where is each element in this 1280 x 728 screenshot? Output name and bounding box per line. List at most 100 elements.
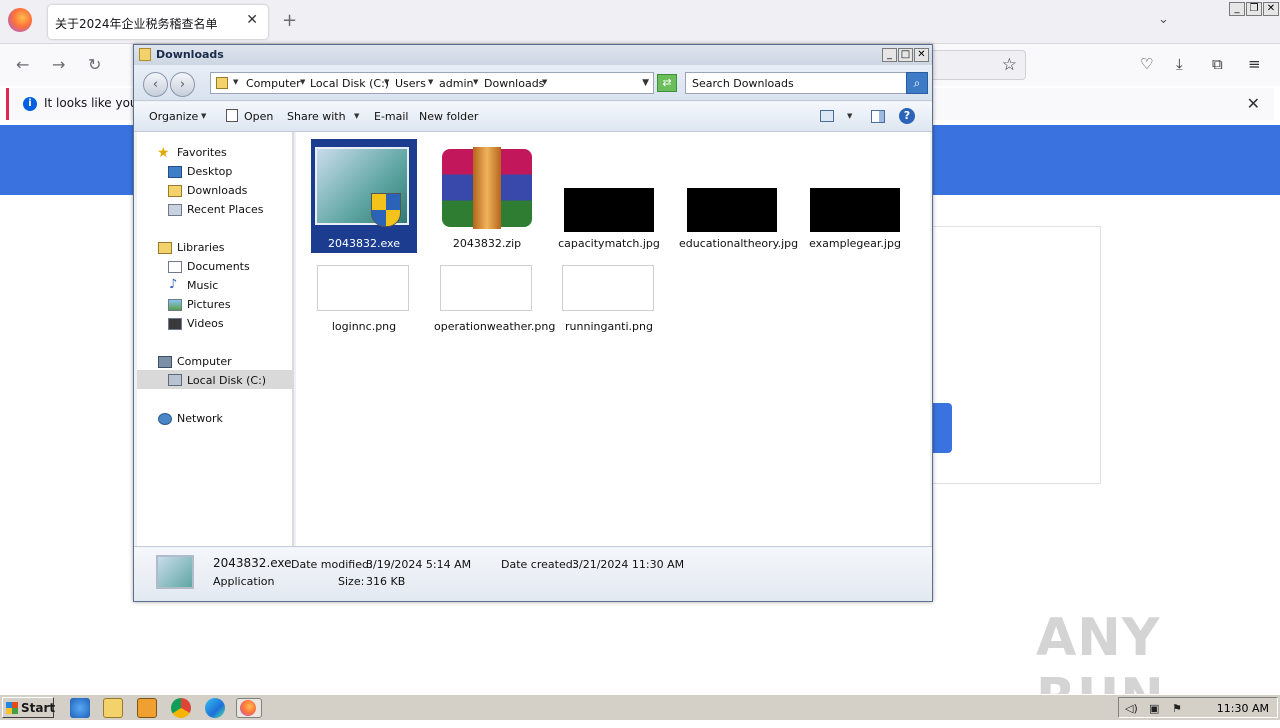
list-all-tabs-icon[interactable]: ⌄ [1158, 12, 1169, 27]
archive-strap-icon [473, 147, 501, 229]
documents-icon [168, 261, 182, 273]
folder-icon [139, 48, 151, 61]
chevron-down-icon[interactable]: ▼ [847, 112, 852, 120]
change-view-icon[interactable] [820, 110, 834, 122]
page-action-button[interactable] [930, 403, 952, 453]
file-name: 2043832.zip [452, 237, 522, 250]
nav-local-disk[interactable]: Local Disk (C:) [187, 374, 266, 387]
downloads-icon[interactable]: ⤓ [1176, 55, 1183, 73]
extensions-icon[interactable]: ⧉ [1212, 55, 1223, 73]
new-tab-button[interactable]: + [282, 10, 297, 31]
window-minimize-button[interactable]: _ [882, 48, 897, 62]
minimize-icon[interactable]: _ [1229, 2, 1245, 16]
chevron-down-icon[interactable]: ▼ [428, 78, 433, 86]
tab-close-icon[interactable]: ✕ [246, 12, 258, 28]
volume-icon[interactable]: ◁) [1125, 702, 1138, 715]
media-player-icon[interactable] [137, 698, 157, 718]
nav-music[interactable]: Music [187, 279, 218, 292]
action-center-flag-icon[interactable]: ⚑ [1172, 702, 1182, 715]
preview-pane-icon[interactable] [871, 110, 885, 123]
selected-file-icon [156, 555, 194, 589]
details-size-label: Size: [338, 575, 365, 588]
chevron-down-icon[interactable]: ▼ [233, 78, 238, 86]
breadcrumb-local-disk[interactable]: Local Disk (C:) [310, 77, 389, 90]
file-item-png[interactable]: operationweather.png [434, 264, 555, 354]
chevron-down-icon[interactable]: ▼ [300, 78, 305, 86]
restore-icon[interactable]: ❐ [1246, 2, 1262, 16]
location-icon [216, 77, 228, 89]
chevron-down-icon[interactable]: ▼ [354, 112, 359, 120]
pocket-icon[interactable]: ♡ [1140, 55, 1153, 73]
search-icon[interactable]: ⌕ [906, 72, 928, 94]
chevron-down-icon[interactable]: ▼ [384, 78, 389, 86]
email-button[interactable]: E-mail [374, 110, 409, 123]
file-item-jpg[interactable]: examplegear.jpg [802, 139, 908, 253]
window-close-button[interactable]: ✕ [914, 48, 929, 62]
search-input[interactable]: Search Downloads [685, 72, 907, 94]
nav-pictures[interactable]: Pictures [187, 298, 231, 311]
share-with-button[interactable]: Share with [287, 110, 346, 123]
system-tray: ◁) ▣ ⚑ 11:30 AM [1118, 697, 1278, 718]
nav-libraries[interactable]: Libraries [177, 241, 225, 254]
reload-icon[interactable]: ↻ [88, 55, 101, 74]
clock[interactable]: 11:30 AM [1217, 702, 1269, 715]
back-icon[interactable]: ← [16, 55, 29, 74]
breadcrumb-admin[interactable]: admin [439, 77, 473, 90]
breadcrumb-users[interactable]: Users [395, 77, 426, 90]
forward-icon[interactable]: → [52, 55, 65, 74]
internet-explorer-icon[interactable] [70, 698, 90, 718]
computer-icon [158, 356, 172, 368]
help-icon[interactable]: ? [899, 108, 915, 124]
back-button[interactable]: ‹ [143, 72, 168, 97]
notification-close-icon[interactable]: ✕ [1247, 94, 1260, 113]
nav-recent-places[interactable]: Recent Places [187, 203, 264, 216]
file-item-exe[interactable]: 2043832.exe [311, 139, 417, 253]
image-thumbnail [440, 265, 532, 311]
url-bar[interactable]: ☆ [930, 50, 1026, 80]
menu-icon[interactable]: ≡ [1248, 55, 1261, 73]
chrome-icon[interactable] [171, 698, 191, 718]
firefox-icon [240, 700, 256, 716]
open-button[interactable]: Open [244, 110, 273, 123]
nav-downloads[interactable]: Downloads [187, 184, 247, 197]
browser-tab[interactable]: 关于2024年企业税务稽查名单 ✕ [48, 5, 268, 39]
file-item-png[interactable]: loginnc.png [311, 264, 417, 354]
edge-icon[interactable] [205, 698, 225, 718]
breadcrumb[interactable]: ▼ Computer ▼ Local Disk (C:) ▼ Users ▼ a… [210, 72, 654, 94]
file-item-png[interactable]: runninganti.png [556, 264, 662, 354]
close-icon[interactable]: ✕ [1263, 2, 1279, 16]
history-dropdown-icon[interactable]: ▼ [642, 78, 649, 88]
nav-favorites[interactable]: Favorites [177, 146, 227, 159]
start-button[interactable]: Start [2, 697, 55, 718]
nav-network[interactable]: Network [177, 412, 223, 425]
nav-desktop[interactable]: Desktop [187, 165, 232, 178]
file-name: educationaltheory.jpg [679, 237, 799, 250]
desktop-icon [168, 166, 182, 178]
refresh-icon[interactable]: ⇄ [657, 74, 677, 92]
chevron-down-icon[interactable]: ▼ [542, 78, 547, 86]
recent-places-icon [168, 204, 182, 216]
chevron-down-icon[interactable]: ▼ [473, 78, 478, 86]
forward-button[interactable]: › [170, 72, 195, 97]
breadcrumb-computer[interactable]: Computer [246, 77, 301, 90]
nav-documents[interactable]: Documents [187, 260, 250, 273]
file-item-jpg[interactable]: educationaltheory.jpg [679, 139, 799, 263]
page-card [930, 226, 1101, 484]
file-item-jpg[interactable]: capacitymatch.jpg [556, 139, 662, 253]
explorer-taskbar-icon[interactable] [103, 698, 123, 718]
image-thumbnail [317, 265, 409, 311]
nav-videos[interactable]: Videos [187, 317, 224, 330]
organize-button[interactable]: Organize [149, 110, 198, 123]
file-list: 2043832.exe 2043832.zip capacitymatch.jp… [296, 132, 930, 546]
network-tray-icon[interactable]: ▣ [1149, 702, 1159, 715]
file-item-zip[interactable]: 2043832.zip [434, 139, 540, 253]
breadcrumb-downloads[interactable]: Downloads [484, 77, 544, 90]
bookmark-star-icon[interactable]: ☆ [1002, 55, 1017, 75]
pictures-icon [168, 299, 182, 311]
window-maximize-button[interactable]: □ [898, 48, 913, 62]
details-created-value: 3/21/2024 11:30 AM [572, 558, 685, 571]
window-title-bar[interactable]: Downloads _ □ ✕ [134, 45, 932, 65]
nav-computer[interactable]: Computer [177, 355, 232, 368]
chevron-down-icon[interactable]: ▼ [201, 112, 206, 120]
new-folder-button[interactable]: New folder [419, 110, 478, 123]
